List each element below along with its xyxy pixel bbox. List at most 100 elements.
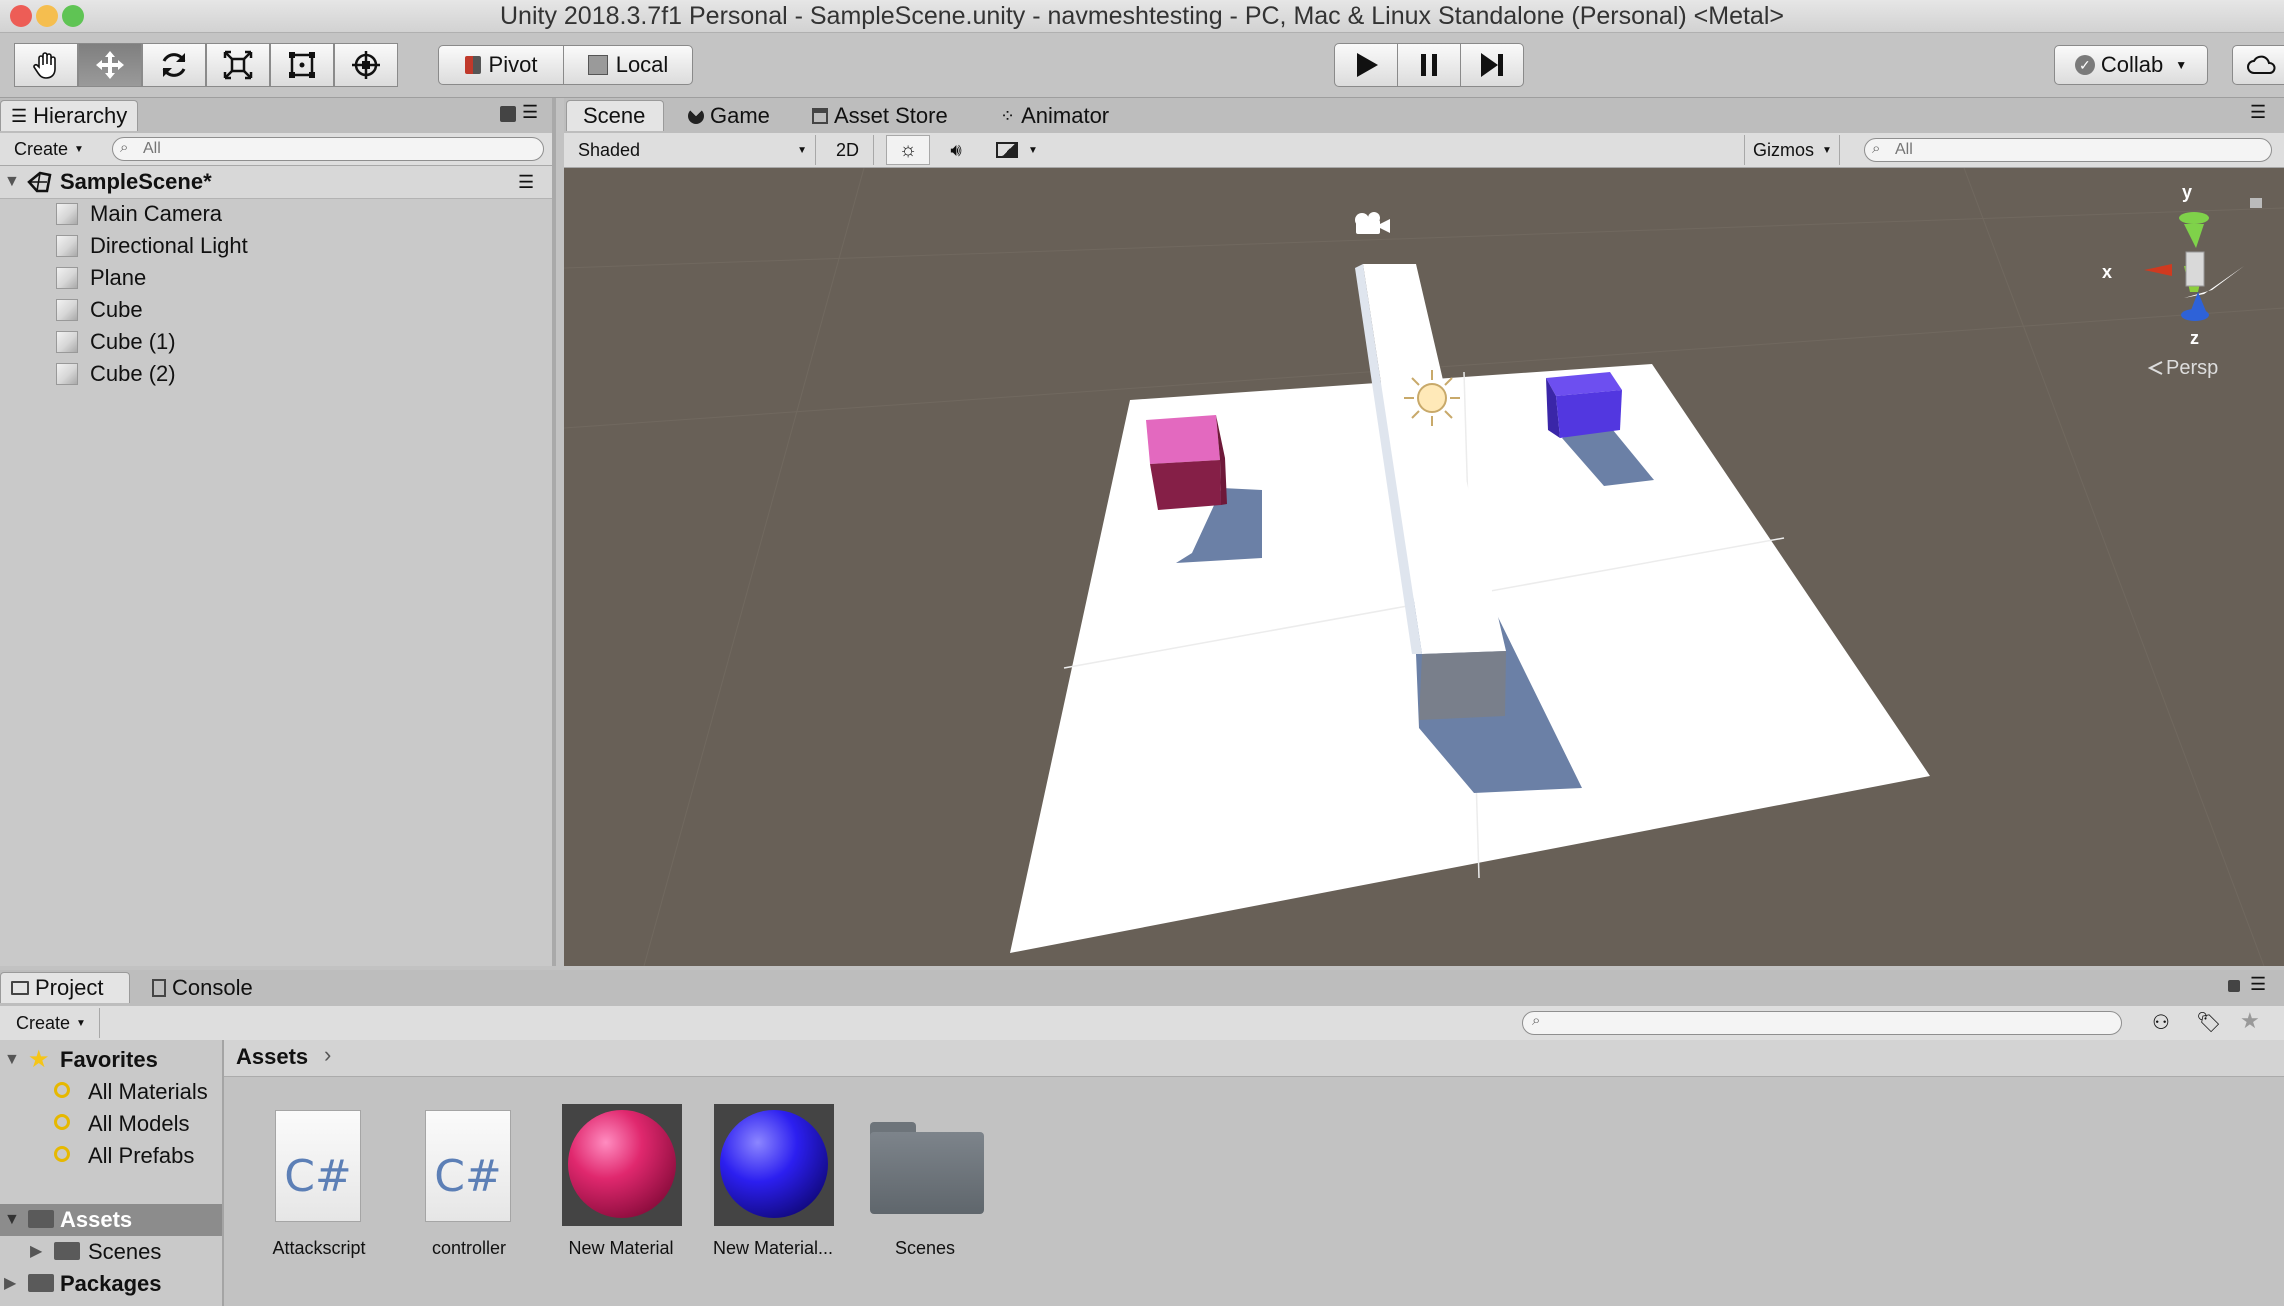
scene-row[interactable]: ▼ SampleScene* ☰ <box>0 166 552 199</box>
close-window-button[interactable] <box>10 5 32 27</box>
project-search-input[interactable] <box>1522 1011 2122 1035</box>
hierarchy-item-label: Cube (2) <box>90 361 176 386</box>
directional-light-gizmo[interactable] <box>1404 370 1460 426</box>
animator-tab-label: Animator <box>1021 102 1110 128</box>
2d-label: 2D <box>836 139 860 160</box>
project-create-dropdown[interactable]: Create ▼ <box>8 1008 100 1038</box>
orientation-gizmo[interactable] <box>2144 212 2244 321</box>
tab-game[interactable]: Game <box>678 100 780 131</box>
y-axis-label: y <box>2182 182 2192 202</box>
scene-panel-menu-icon[interactable]: ☰ <box>2250 102 2266 123</box>
search-favorite-icon <box>54 1082 70 1098</box>
list-icon: ☰ <box>11 106 28 126</box>
tag-icon[interactable]: 🏷︎ <box>2196 1010 2221 1035</box>
star-icon[interactable]: ★ <box>2240 1008 2260 1034</box>
camera-gizmo[interactable] <box>1355 212 1390 234</box>
pivot-toggle-button[interactable]: Pivot <box>438 45 564 85</box>
expand-arrow-icon[interactable]: ▼ <box>4 166 20 198</box>
z-axis-label: z <box>2190 328 2199 348</box>
move-tool-button[interactable] <box>78 43 142 87</box>
pacman-icon <box>688 107 704 124</box>
hierarchy-item[interactable]: Cube (1) <box>0 326 552 358</box>
blue-sphere-icon <box>720 1110 828 1218</box>
asset-label: New Material <box>568 1238 674 1258</box>
blue-cube[interactable] <box>1546 372 1622 438</box>
scene-viewport[interactable]: y x z Persp <box>564 168 2284 966</box>
tab-project[interactable]: Project <box>0 972 130 1003</box>
pivot-label: Pivot <box>488 52 538 77</box>
scene-lock-icon[interactable] <box>2250 198 2262 208</box>
audio-toggle-button[interactable]: 🔊︎ <box>934 135 978 165</box>
panel-menu-icon[interactable]: ☰ <box>2250 974 2266 995</box>
expand-arrow-icon[interactable]: ▼ <box>4 1044 20 1076</box>
hierarchy-item[interactable]: Directional Light <box>0 230 552 262</box>
expand-arrow-icon[interactable]: ▼ <box>4 1204 20 1236</box>
2d-toggle-button[interactable]: 2D <box>828 135 874 165</box>
hierarchy-item-label: Main Camera <box>90 201 223 226</box>
tab-hierarchy[interactable]: ☰ Hierarchy <box>0 100 139 131</box>
collapsed-arrow-icon[interactable]: ▶ <box>4 1268 16 1300</box>
dropdown-arrow-icon: ▼ <box>74 143 84 155</box>
search-favorite-icon <box>54 1146 70 1162</box>
scene-menu-icon[interactable]: ☰ <box>518 166 534 198</box>
hierarchy-create-dropdown[interactable]: Create ▼ <box>6 134 92 164</box>
gameobject-cube-icon <box>56 203 78 225</box>
projection-mode-label[interactable]: Persp <box>2166 357 2218 379</box>
pink-cube[interactable] <box>1146 415 1227 510</box>
collapsed-arrow-icon[interactable]: ▶ <box>30 1236 42 1268</box>
hierarchy-item[interactable]: Plane <box>0 262 552 294</box>
collab-button[interactable]: ✓ Collab ▼ <box>2054 45 2208 85</box>
zoom-window-button[interactable] <box>62 5 84 27</box>
step-button[interactable] <box>1460 43 1524 87</box>
scale-tool-button[interactable] <box>206 43 270 87</box>
lock-icon[interactable] <box>500 106 516 122</box>
favorite-label: All Models <box>88 1111 190 1136</box>
favorite-all-materials[interactable]: All Materials <box>0 1076 222 1108</box>
unity-scene-icon <box>27 171 52 193</box>
hierarchy-search-input[interactable] <box>112 137 544 161</box>
hierarchy-item[interactable]: Cube <box>0 294 552 326</box>
hierarchy-item[interactable]: Cube (2) <box>0 358 552 390</box>
rect-tool-button[interactable] <box>270 43 334 87</box>
favorite-all-models[interactable]: All Models <box>0 1108 222 1140</box>
scene-render[interactable]: y x z Persp <box>564 168 2284 966</box>
tab-animator[interactable]: ⁘ Animator <box>990 100 1119 131</box>
transform-tool-button[interactable] <box>334 43 398 87</box>
console-tab-label: Console <box>172 974 253 1000</box>
hierarchy-item[interactable]: Main Camera <box>0 198 552 230</box>
scene-tab-label: Scene <box>583 103 646 128</box>
effects-dropdown[interactable]: ▼ <box>988 135 1054 165</box>
search-icon: ⌕ <box>1872 140 1881 157</box>
rotate-icon <box>162 53 186 77</box>
gizmos-dropdown[interactable]: Gizmos ▼ <box>1744 135 1840 165</box>
lighting-toggle-button[interactable]: ☼ <box>886 135 930 165</box>
pause-button[interactable] <box>1397 43 1461 87</box>
play-icon <box>1357 53 1378 77</box>
scene-tabstrip: Scene Game Asset Store ⁘ Animator ☰ <box>564 98 2284 134</box>
tab-console[interactable]: Console <box>142 972 263 1003</box>
breadcrumb-assets[interactable]: Assets <box>236 1044 308 1070</box>
hand-tool-button[interactable] <box>14 43 78 87</box>
tab-scene[interactable]: Scene <box>566 100 664 131</box>
collab-label: Collab <box>2100 52 2164 77</box>
cloud-button[interactable] <box>2232 45 2284 85</box>
hierarchy-tabstrip: ☰ Hierarchy ☰ <box>0 98 552 134</box>
panel-menu-icon[interactable]: ☰ <box>522 102 538 123</box>
minimize-window-button[interactable] <box>36 5 58 27</box>
shading-mode-dropdown[interactable]: Shaded ▼ <box>570 135 816 165</box>
favorites-row[interactable]: ▼ ★ Favorites <box>0 1044 222 1076</box>
scene-name: SampleScene* <box>60 169 212 194</box>
asset-store-tab-label: Asset Store <box>834 102 948 128</box>
rotate-tool-button[interactable] <box>142 43 206 87</box>
assets-folder-row[interactable]: ▼ Assets <box>0 1204 222 1236</box>
packages-folder-row[interactable]: ▶ Packages <box>0 1268 222 1300</box>
scenes-folder-row[interactable]: ▶ Scenes <box>0 1236 222 1268</box>
favorite-all-prefabs[interactable]: All Prefabs <box>0 1140 222 1172</box>
local-toggle-button[interactable]: Local <box>563 45 693 85</box>
dropdown-arrow-icon: ▼ <box>76 1017 86 1029</box>
scene-search-input[interactable] <box>1864 138 2272 162</box>
play-button[interactable] <box>1334 43 1398 87</box>
lock-icon[interactable] <box>2228 980 2240 992</box>
filter-type-icon[interactable]: ⚇ <box>2152 1010 2170 1035</box>
tab-asset-store[interactable]: Asset Store <box>802 100 958 131</box>
